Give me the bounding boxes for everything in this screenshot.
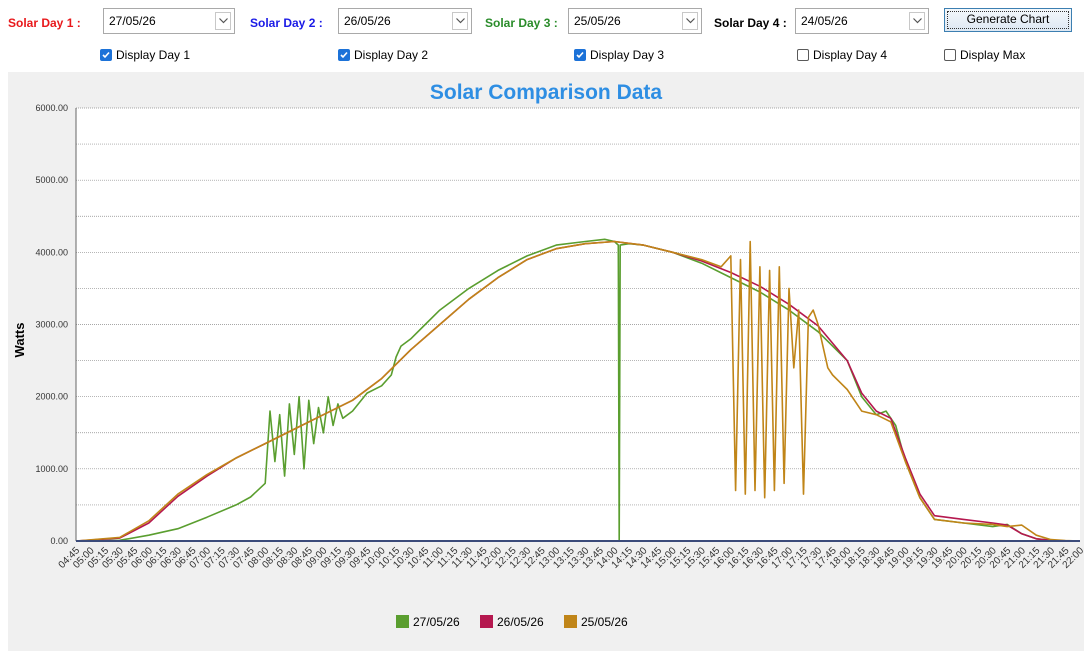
generate-chart-button[interactable]: Generate Chart	[944, 8, 1072, 32]
y-tick-label: 6000.00	[35, 103, 68, 113]
day2-label: Solar Day 2 :	[250, 16, 323, 30]
display-day2-label: Display Day 2	[354, 48, 429, 62]
display-day2-checkbox[interactable]: Display Day 2	[338, 48, 428, 64]
y-tick-label: 1000.00	[35, 464, 68, 474]
legend-swatch	[396, 615, 409, 628]
display-day1-label: Display Day 1	[116, 48, 191, 62]
checkbox-icon[interactable]	[338, 49, 350, 61]
display-day4-checkbox[interactable]: Display Day 4	[797, 48, 887, 64]
day2-date-select[interactable]: 26/05/26	[338, 8, 472, 34]
checkbox-icon[interactable]	[944, 49, 956, 61]
legend-label: 26/05/26	[497, 615, 544, 629]
day4-value: 24/05/26	[801, 14, 848, 28]
y-tick-label: 2000.00	[35, 392, 68, 402]
day3-label: Solar Day 3 :	[485, 16, 558, 30]
chart-area: 0.00 1000.00 2000.00 3000.00 4000.00 5000.00 6…	[8, 72, 1084, 651]
display-day1-checkbox[interactable]: Display Day 1	[100, 48, 190, 64]
legend-swatch	[480, 615, 493, 628]
legend-label: 27/05/26	[413, 615, 460, 629]
display-max-label: Display Max	[960, 48, 1026, 62]
day1-label: Solar Day 1 :	[8, 16, 81, 30]
toolbar: Solar Day 1 : 27/05/26 Solar Day 2 : 26/…	[0, 0, 1084, 70]
display-day3-label: Display Day 3	[590, 48, 665, 62]
chevron-down-icon[interactable]	[682, 12, 698, 30]
day4-label: Solar Day 4 :	[714, 16, 787, 30]
y-tick-label: 0.00	[50, 536, 68, 546]
day4-date-select[interactable]: 24/05/26	[795, 8, 929, 34]
chevron-down-icon[interactable]	[909, 12, 925, 30]
day3-value: 25/05/26	[574, 14, 621, 28]
y-tick-label: 5000.00	[35, 175, 68, 185]
y-tick-label: 4000.00	[35, 247, 68, 257]
solar-comparison-chart: 0.00 1000.00 2000.00 3000.00 4000.00 5000.00 6…	[12, 81, 1084, 629]
checkbox-icon[interactable]	[797, 49, 809, 61]
checkbox-icon[interactable]	[574, 49, 586, 61]
display-day4-label: Display Day 4	[813, 48, 888, 62]
legend-label: 25/05/26	[581, 615, 628, 629]
chevron-down-icon[interactable]	[452, 12, 468, 30]
checkbox-icon[interactable]	[100, 49, 112, 61]
display-max-checkbox[interactable]: Display Max	[944, 48, 1025, 64]
legend-swatch	[564, 615, 577, 628]
day1-date-select[interactable]: 27/05/26	[103, 8, 235, 34]
chart-title: Solar Comparison Data	[430, 81, 663, 104]
day1-value: 27/05/26	[109, 14, 156, 28]
chevron-down-icon[interactable]	[215, 12, 231, 30]
day2-value: 26/05/26	[344, 14, 391, 28]
y-tick-label: 3000.00	[35, 320, 68, 330]
day3-date-select[interactable]: 25/05/26	[568, 8, 702, 34]
display-day3-checkbox[interactable]: Display Day 3	[574, 48, 664, 64]
y-axis-label: Watts	[12, 323, 27, 358]
